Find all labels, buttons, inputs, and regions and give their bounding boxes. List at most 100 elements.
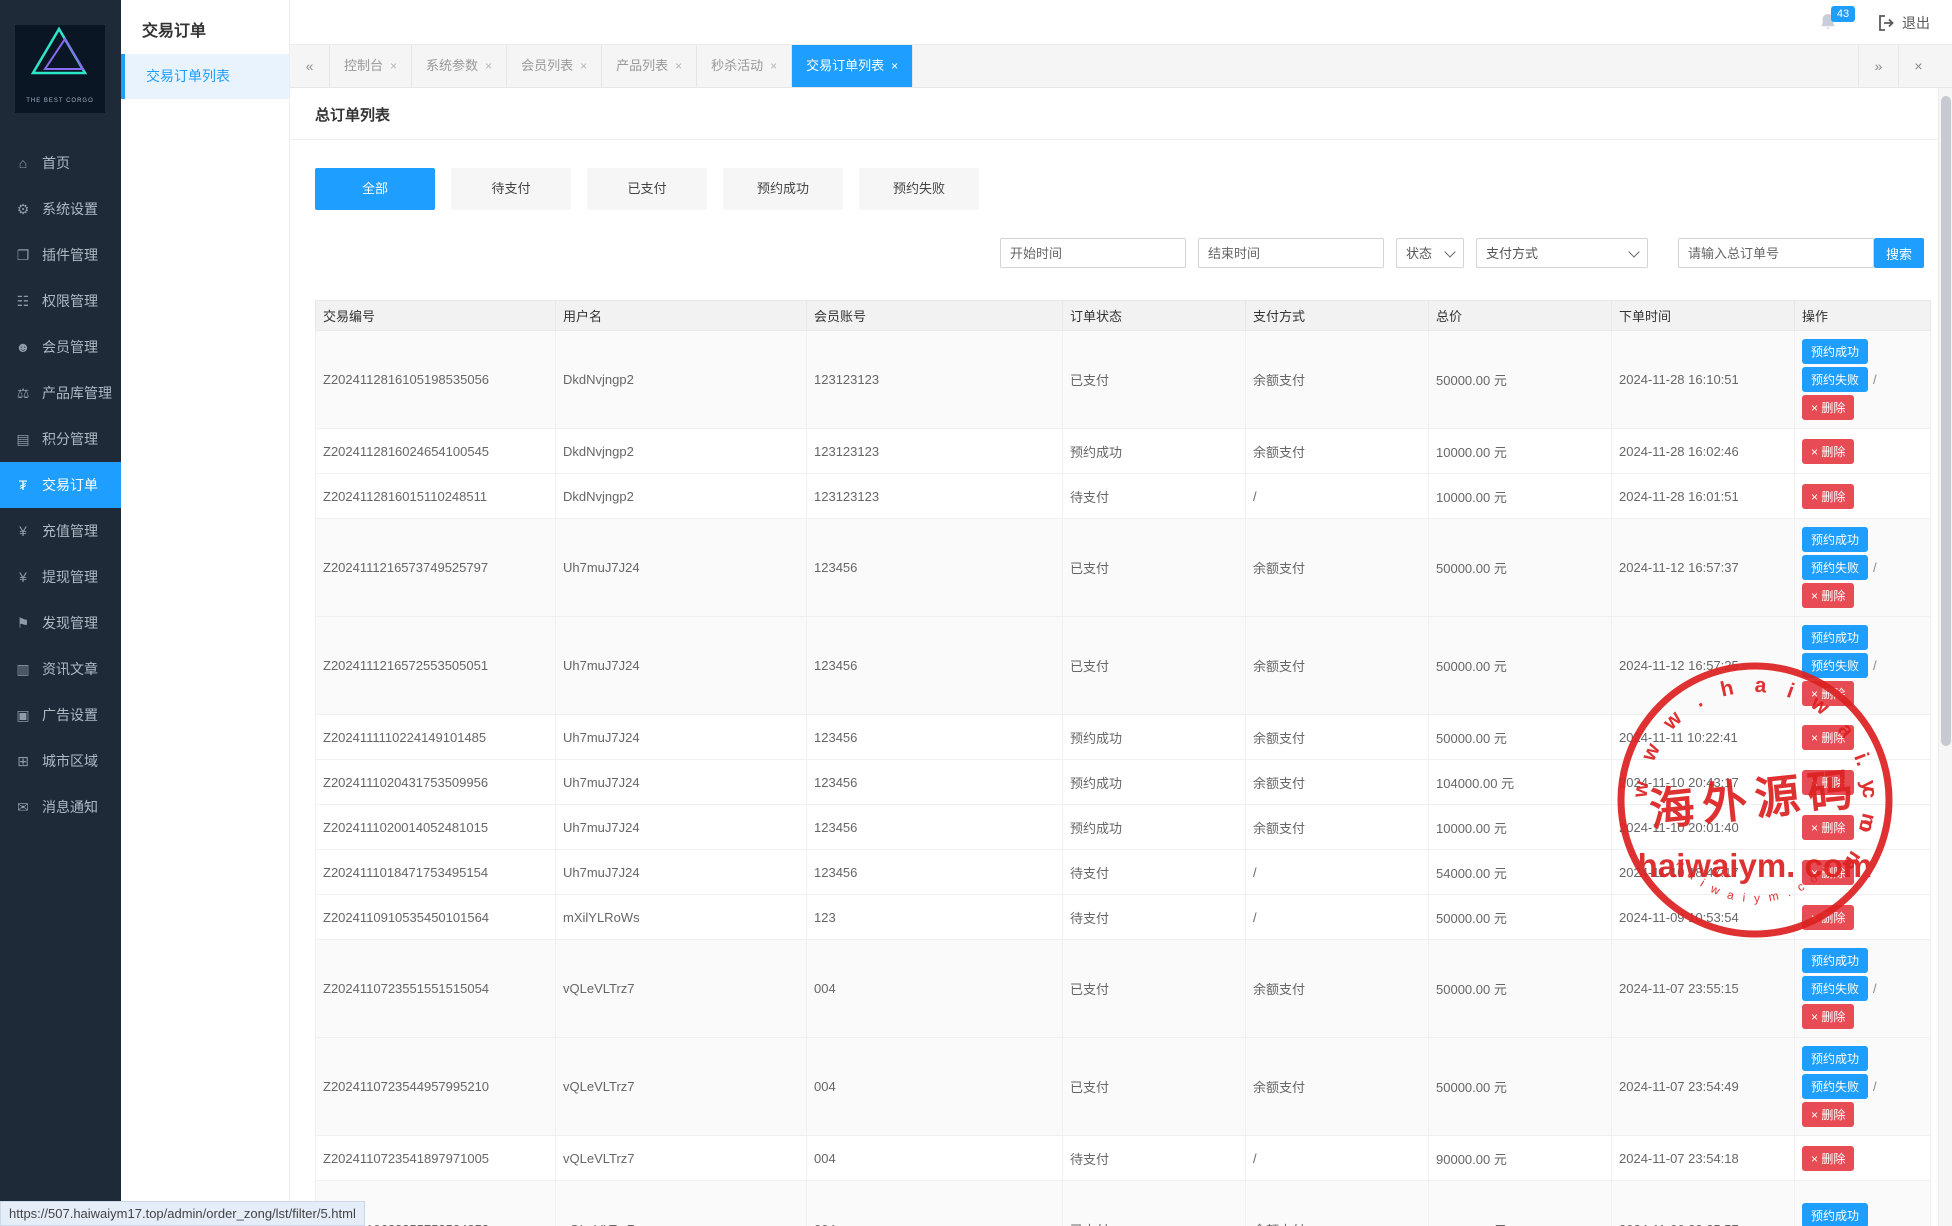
vertical-scrollbar-thumb[interactable]	[1941, 96, 1951, 746]
delete-button-删除[interactable]: × 删除	[1802, 395, 1854, 420]
sidebar-item-label: 城市区域	[42, 753, 98, 769]
tab-控制台[interactable]: 控制台×	[330, 45, 412, 87]
action-button-预约失败[interactable]: 预约失败	[1802, 367, 1868, 392]
tab-close-icon[interactable]: ×	[580, 59, 587, 73]
delete-button-删除[interactable]: × 删除	[1802, 1102, 1854, 1127]
sidebar-item-products[interactable]: ⚖产品库管理	[0, 370, 121, 416]
pay-method-cell: 余额支付	[1246, 1181, 1429, 1226]
tabs-scroll-right-icon[interactable]: »	[1858, 45, 1898, 87]
sidebar-item-trade[interactable]: ₮交易订单	[0, 462, 121, 508]
sidebar-item-city[interactable]: ⊞城市区域	[0, 738, 121, 784]
brand-logo: THE BEST CORGO	[15, 25, 105, 113]
total-price-cell: 50000.00 元	[1429, 715, 1612, 760]
tab-交易订单列表[interactable]: 交易订单列表×	[792, 45, 913, 87]
action-button-预约成功[interactable]: 预约成功	[1802, 948, 1868, 973]
sidebar-item-withdraw[interactable]: ¥提现管理	[0, 554, 121, 600]
pay-method-cell: 余额支付	[1246, 519, 1429, 617]
tab-秒杀活动[interactable]: 秒杀活动 ×	[697, 45, 792, 87]
delete-button-删除[interactable]: × 删除	[1802, 725, 1854, 750]
order-no-input[interactable]	[1678, 238, 1874, 268]
status-select[interactable]: 状态	[1396, 238, 1464, 268]
sidebar-item-points[interactable]: ▤积分管理	[0, 416, 121, 462]
sidebar-item-recharge[interactable]: ¥充值管理	[0, 508, 121, 554]
sidebar-item-permissions[interactable]: ☷权限管理	[0, 278, 121, 324]
action-separator: /	[1873, 981, 1877, 996]
tab-系统参数[interactable]: 系统参数×	[412, 45, 507, 87]
sidebar-item-home[interactable]: ⌂首页	[0, 140, 121, 186]
actions-cell: × 删除	[1795, 474, 1931, 519]
pay-method-select[interactable]: 支付方式	[1476, 238, 1648, 268]
action-button-预约失败[interactable]: 预约失败	[1802, 555, 1868, 580]
tab-close-icon[interactable]: ×	[675, 59, 682, 73]
action-line: × 删除	[1802, 770, 1930, 795]
logout-button[interactable]: 退出	[1878, 13, 1930, 33]
tab-会员列表[interactable]: 会员列表×	[507, 45, 602, 87]
tab-close-icon[interactable]: ×	[485, 59, 492, 73]
action-line: 预约成功	[1802, 625, 1930, 650]
table-header-row: 交易编号用户名会员账号订单状态支付方式总价下单时间操作	[316, 301, 1931, 331]
tab-close-icon[interactable]: ×	[891, 59, 898, 73]
delete-button-删除[interactable]: × 删除	[1802, 860, 1854, 885]
action-line: 预约成功	[1802, 1203, 1930, 1226]
tabs-close-all-icon[interactable]: ×	[1898, 45, 1938, 87]
action-button-预约成功[interactable]: 预约成功	[1802, 339, 1868, 364]
order-status-cell: 预约成功	[1063, 760, 1246, 805]
sidebar-item-discover[interactable]: ⚑发现管理	[0, 600, 121, 646]
tab-close-icon[interactable]: ×	[770, 59, 777, 73]
sidebar-item-message[interactable]: ✉消息通知	[0, 784, 121, 830]
order-time-cell: 2024-11-10 20:43:17	[1612, 760, 1795, 805]
sidebar-item-plugins[interactable]: ❐插件管理	[0, 232, 121, 278]
main-content: 总订单列表 全部待支付已支付预约成功预约失败 状态 支付方式 搜索 交易编号用户…	[290, 88, 1952, 1226]
action-button-预约成功[interactable]: 预约成功	[1802, 625, 1868, 650]
end-time-input[interactable]	[1198, 238, 1384, 268]
tab-label: 秒杀活动	[711, 58, 763, 73]
order-status-cell: 已支付	[1063, 519, 1246, 617]
sidebar-item-label: 插件管理	[42, 247, 98, 263]
order-time-cell: 2024-11-09 10:53:54	[1612, 895, 1795, 940]
action-button-预约失败[interactable]: 预约失败	[1802, 653, 1868, 678]
tabs-scroll-left-icon[interactable]: «	[290, 45, 330, 87]
triangle-logo-icon	[29, 25, 91, 81]
username-cell: Uh7muJ7J24	[556, 715, 807, 760]
order-id-cell: Z2024112816015110248511	[316, 474, 556, 519]
action-button-预约失败[interactable]: 预约失败	[1802, 976, 1868, 1001]
delete-button-删除[interactable]: × 删除	[1802, 583, 1854, 608]
filter-button-预约成功[interactable]: 预约成功	[723, 168, 843, 210]
order-time-cell: 2024-11-12 16:57:25	[1612, 617, 1795, 715]
sidebar-item-members[interactable]: ☻会员管理	[0, 324, 121, 370]
sidebar-item-settings[interactable]: ⚙系统设置	[0, 186, 121, 232]
delete-button-删除[interactable]: × 删除	[1802, 439, 1854, 464]
total-price-cell: 104000.00 元	[1429, 760, 1612, 805]
delete-button-删除[interactable]: × 删除	[1802, 681, 1854, 706]
search-button[interactable]: 搜索	[1874, 238, 1924, 268]
action-button-预约成功[interactable]: 预约成功	[1802, 527, 1868, 552]
tab-close-icon[interactable]: ×	[390, 59, 397, 73]
sidebar-item-order-list[interactable]: 交易订单列表	[121, 54, 289, 99]
action-button-预约失败[interactable]: 预约失败	[1802, 1074, 1868, 1099]
order-time-cell: 2024-11-28 16:10:51	[1612, 331, 1795, 429]
action-button-预约成功[interactable]: 预约成功	[1802, 1046, 1868, 1071]
vertical-scrollbar-track[interactable]	[1938, 88, 1952, 1226]
delete-button-删除[interactable]: × 删除	[1802, 770, 1854, 795]
delete-button-删除[interactable]: × 删除	[1802, 484, 1854, 509]
action-line: × 删除	[1802, 905, 1930, 930]
pay-method-cell: /	[1246, 474, 1429, 519]
delete-button-删除[interactable]: × 删除	[1802, 905, 1854, 930]
filter-button-全部[interactable]: 全部	[315, 168, 435, 210]
sidebar-item-ads[interactable]: ▣广告设置	[0, 692, 121, 738]
delete-button-删除[interactable]: × 删除	[1802, 815, 1854, 840]
ads-icon: ▣	[13, 692, 33, 738]
delete-button-删除[interactable]: × 删除	[1802, 1004, 1854, 1029]
delete-button-删除[interactable]: × 删除	[1802, 1146, 1854, 1171]
filter-button-预约失败[interactable]: 预约失败	[859, 168, 979, 210]
action-button-预约成功[interactable]: 预约成功	[1802, 1203, 1868, 1226]
members-icon: ☻	[13, 324, 33, 370]
filter-button-待支付[interactable]: 待支付	[451, 168, 571, 210]
points-icon: ▤	[13, 416, 33, 462]
start-time-input[interactable]	[1000, 238, 1186, 268]
order-status-cell: 待支付	[1063, 895, 1246, 940]
order-time-cell: 2024-11-07 23:54:49	[1612, 1038, 1795, 1136]
sidebar-item-news[interactable]: ▥资讯文章	[0, 646, 121, 692]
tab-产品列表[interactable]: 产品列表×	[602, 45, 697, 87]
filter-button-已支付[interactable]: 已支付	[587, 168, 707, 210]
